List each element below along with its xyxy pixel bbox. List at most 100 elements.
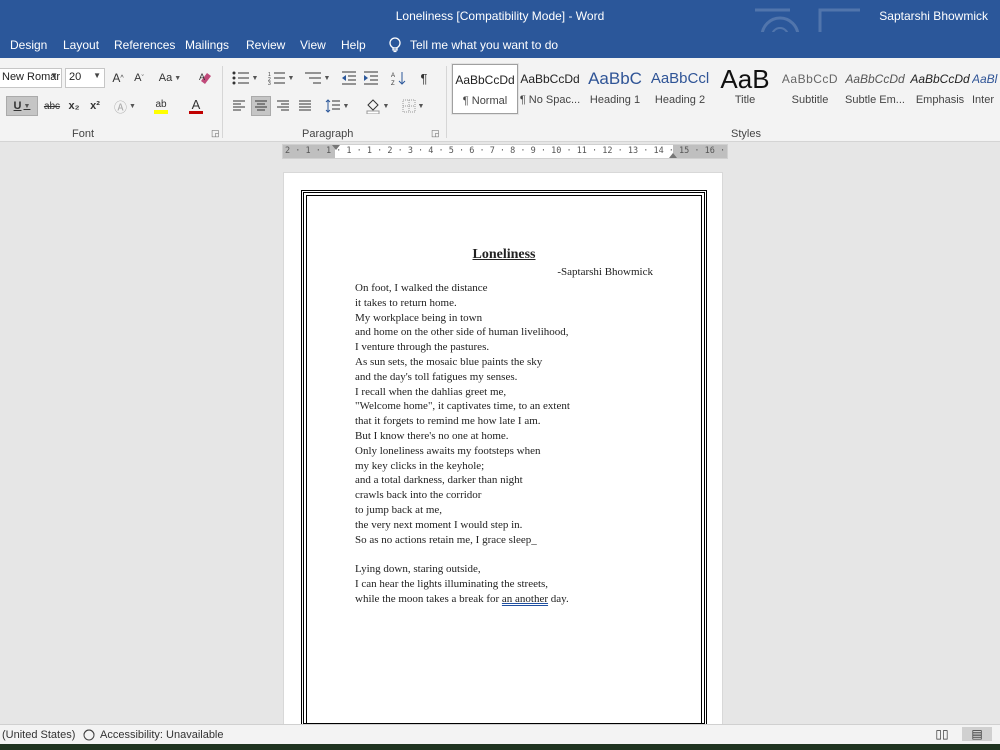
grow-font-button[interactable]: A ^: [110, 68, 126, 88]
change-case-button[interactable]: Aa ▼: [156, 68, 184, 88]
font-color-label: A: [191, 96, 201, 112]
text-effects-button[interactable]: Ⓐ ▼: [112, 96, 138, 116]
svg-text:A: A: [391, 73, 395, 79]
poem-line: that it forgets to remind me how late I …: [355, 415, 541, 428]
justify-icon: [299, 100, 311, 111]
tab-references[interactable]: References: [114, 38, 175, 52]
read-mode-icon[interactable]: ▯▯: [934, 727, 950, 741]
poem-line: to jump back at me,: [355, 503, 443, 516]
accessibility-label: Accessibility: Unavailable: [100, 729, 224, 741]
borders-button[interactable]: ▼: [398, 96, 428, 116]
align-left-icon: [233, 100, 245, 111]
style-sample: AaB: [720, 64, 770, 94]
accessibility-indicator[interactable]: Accessibility: Unavailable: [82, 729, 224, 741]
tab-design[interactable]: Design: [10, 38, 47, 52]
print-layout-icon[interactable]: ▤: [962, 727, 992, 741]
tab-mailings[interactable]: Mailings: [185, 38, 229, 52]
tab-view[interactable]: View: [300, 38, 326, 52]
eraser-icon: A: [199, 72, 211, 84]
tab-review[interactable]: Review: [246, 38, 285, 52]
tab-help[interactable]: Help: [341, 38, 366, 52]
style-name: Subtitle: [791, 94, 829, 106]
document-page[interactable]: Loneliness -Saptarshi Bhowmick On foot, …: [283, 172, 723, 732]
tell-me-search[interactable]: Tell me what you want to do: [388, 37, 558, 53]
paint-bucket-icon: [366, 99, 380, 114]
style-sample: AaBbCcDd: [845, 72, 905, 86]
styles-group-label: Styles: [731, 128, 761, 140]
style-sample: AaBbCcDd: [455, 73, 515, 87]
shrink-font-button[interactable]: Aˇ: [131, 68, 147, 88]
title-bar: Loneliness [Compatibility Mode] - Word S…: [0, 0, 1000, 32]
text-effects-icon: Ⓐ: [114, 99, 128, 115]
decrease-indent-button[interactable]: [340, 68, 358, 88]
subscript-button[interactable]: x₂: [66, 96, 82, 116]
user-name[interactable]: Saptarshi Bhowmick: [879, 9, 988, 23]
right-indent-marker[interactable]: [669, 153, 677, 158]
style-heading-1[interactable]: AaBbC Heading 1: [582, 64, 648, 114]
show-formatting-button[interactable]: ¶: [416, 68, 432, 88]
superscript-button[interactable]: x²: [87, 96, 103, 116]
horizontal-ruler[interactable]: 2 · 1 · 1 · 1 · 1 · 2 · 3 · 4 · 5 · 6 · …: [282, 144, 728, 159]
sort-button[interactable]: AZ: [390, 68, 408, 88]
style-subtitle[interactable]: AaBbCcD Subtitle: [777, 64, 843, 114]
underline-button[interactable]: U ▼: [6, 96, 38, 116]
poem-title: Loneliness: [472, 247, 536, 262]
shading-button[interactable]: ▼: [362, 96, 392, 116]
sort-icon: AZ: [391, 72, 406, 86]
svg-text:A: A: [199, 72, 205, 82]
numbering-button[interactable]: 1 2 3 ▼: [266, 68, 296, 88]
grammar-flagged-text[interactable]: an another: [502, 593, 548, 605]
style-title[interactable]: AaB Title: [712, 64, 778, 114]
font-color-button[interactable]: A: [182, 96, 210, 116]
subscript-label: x₂: [68, 100, 80, 112]
chevron-down-icon[interactable]: ▼: [93, 71, 101, 80]
paragraph-dialog-launcher-icon[interactable]: ◲: [431, 128, 440, 139]
style-heading-2[interactable]: AaBbCcl Heading 2: [647, 64, 713, 114]
poem-line: and the day's toll fatigues my senses.: [355, 370, 518, 383]
style-name: Heading 1: [589, 94, 641, 106]
chevron-down-icon[interactable]: ▼: [50, 71, 58, 80]
style-emphasis[interactable]: AaBbCcDd Emphasis: [907, 64, 973, 114]
style-name: Heading 2: [654, 94, 706, 106]
clear-formatting-button[interactable]: A: [196, 68, 214, 88]
window-title: Loneliness [Compatibility Mode] - Word: [395, 9, 605, 23]
poem-line: my key clicks in the keyhole;: [355, 459, 485, 472]
style-subtle-emphasis[interactable]: AaBbCcDd Subtle Em...: [842, 64, 908, 114]
increase-indent-button[interactable]: [362, 68, 380, 88]
multilevel-list-icon: [304, 72, 321, 84]
poem-line: But I know there's no one at home.: [355, 429, 509, 442]
align-center-icon: [255, 100, 267, 111]
poem-line: while the moon takes a break for an anot…: [355, 592, 685, 607]
change-case-label: Aa: [158, 72, 173, 84]
highlight-swatch: [154, 109, 168, 114]
tell-me-label: Tell me what you want to do: [410, 38, 559, 52]
font-size-combo[interactable]: 20 ▼: [65, 68, 105, 88]
language-indicator[interactable]: (United States): [2, 729, 75, 741]
accessibility-icon: [83, 729, 95, 741]
bullets-button[interactable]: ▼: [230, 68, 260, 88]
align-right-button[interactable]: [274, 96, 292, 116]
tab-layout[interactable]: Layout: [63, 38, 99, 52]
align-center-button[interactable]: [251, 96, 271, 116]
poem-line-text: day.: [548, 592, 569, 605]
poem-line: and home on the other side of human live…: [355, 326, 569, 339]
style-sample: AaBbCcl: [650, 70, 710, 87]
highlight-button[interactable]: ab: [146, 96, 176, 116]
highlight-label: ab: [155, 98, 167, 110]
first-line-indent-marker[interactable]: [332, 145, 340, 150]
align-left-button[interactable]: [230, 96, 248, 116]
align-right-icon: [277, 100, 289, 111]
multilevel-list-button[interactable]: ▼: [302, 68, 332, 88]
increase-indent-icon: [364, 71, 378, 85]
style-sample: AaBbCcD: [781, 72, 839, 86]
svg-text:Z: Z: [391, 81, 395, 86]
style-intense-emphasis[interactable]: AaBl Inter: [972, 64, 1000, 114]
font-dialog-launcher-icon[interactable]: ◲: [211, 128, 220, 139]
strikethrough-button[interactable]: abc: [42, 96, 62, 116]
style-name: Emphasis: [915, 94, 965, 106]
style-normal[interactable]: AaBbCcDd ¶ Normal: [451, 63, 519, 115]
font-name-combo[interactable]: New Romar ▼: [0, 68, 62, 88]
justify-button[interactable]: [296, 96, 314, 116]
style-no-spacing[interactable]: AaBbCcDd ¶ No Spac...: [517, 64, 583, 114]
line-spacing-button[interactable]: ▼: [322, 96, 352, 116]
